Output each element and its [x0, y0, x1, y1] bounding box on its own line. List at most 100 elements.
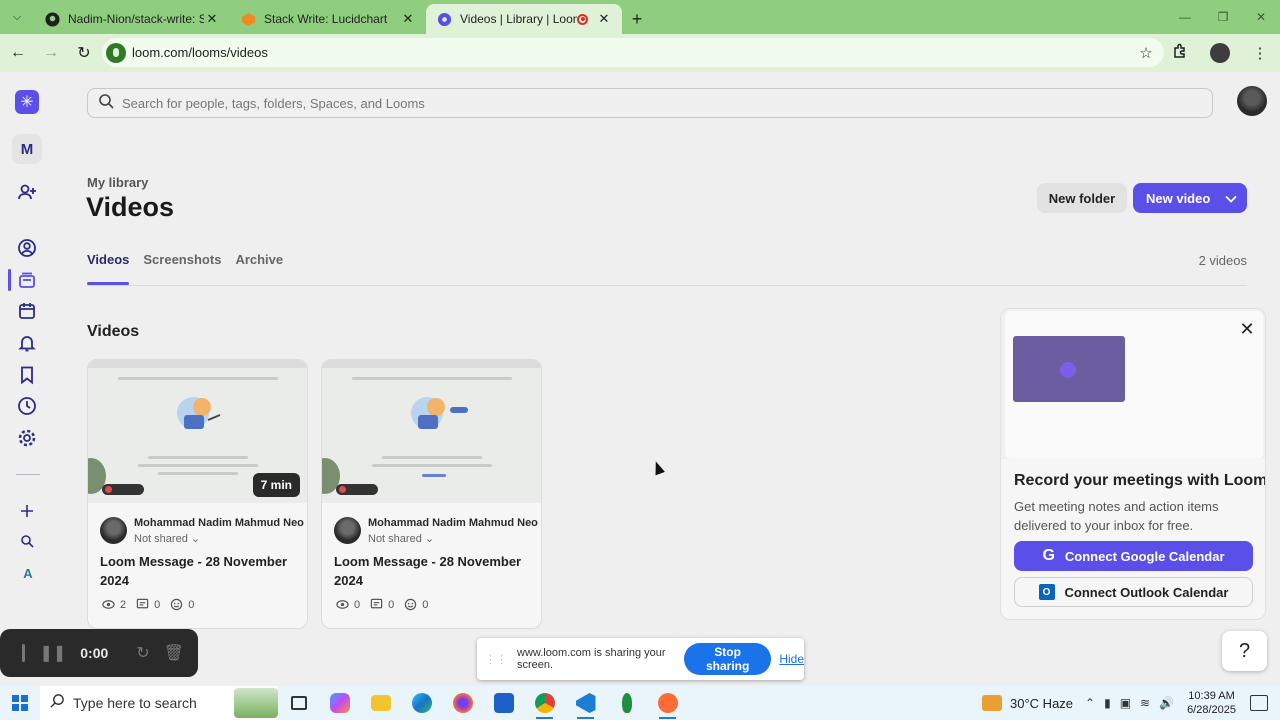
comments-stat: 0 [136, 598, 160, 611]
sharing-status[interactable]: Not shared ⌄ [134, 532, 304, 545]
weather-widget[interactable]: 30°C Haze [982, 695, 1073, 711]
user-avatar[interactable] [1237, 86, 1267, 116]
recording-timer: 0:00 [80, 645, 109, 661]
video-stats: 0 0 0 [336, 598, 438, 611]
duration-badge: 7 min [252, 473, 300, 497]
bookmark-icon[interactable] [14, 362, 40, 388]
browser-tab-github[interactable]: Nadim-Nion/stack-write: Stack ✕ [34, 4, 230, 34]
history-clock-icon[interactable] [14, 393, 40, 419]
tab-title: Stack Write: Lucidchart [264, 12, 388, 26]
video-title[interactable]: Loom Message - 28 November 2024 [334, 552, 534, 590]
minimize-icon[interactable]: — [1166, 0, 1204, 34]
new-folder-button[interactable]: New folder [1037, 183, 1127, 213]
tab-videos[interactable]: Videos [87, 252, 130, 285]
tab-archive[interactable]: Archive [235, 252, 283, 285]
address-bar[interactable]: loom.com/looms/videos ☆ [102, 38, 1164, 67]
connect-google-calendar-button[interactable]: G Connect Google Calendar [1014, 541, 1253, 571]
back-arrow-icon[interactable]: ← [3, 38, 33, 68]
close-icon[interactable]: ✕ [1237, 319, 1257, 339]
connect-outlook-calendar-button[interactable]: O Connect Outlook Calendar [1014, 577, 1253, 607]
library-tabs: Videos Screenshots Archive [87, 252, 297, 285]
tab-search-chevron-icon[interactable]: ⌵ [0, 0, 34, 34]
video-title[interactable]: Loom Message - 28 November 2024 [100, 552, 300, 590]
video-thumbnail[interactable]: 7 min [88, 360, 307, 503]
views-stat: 0 [336, 598, 360, 611]
kebab-menu-icon[interactable]: ⋮ [1240, 44, 1280, 62]
workspace-avatar[interactable]: M [12, 134, 42, 164]
browser-tab-loom[interactable]: Videos | Library | Loom ✕ [426, 4, 622, 34]
browser-tab-lucidchart[interactable]: Stack Write: Lucidchart ✕ [230, 4, 426, 34]
vscode-icon[interactable] [565, 686, 606, 720]
battery-icon[interactable]: ▮ [1104, 696, 1111, 710]
video-stats: 2 0 0 [102, 598, 204, 611]
sidebar-divider [16, 474, 40, 475]
library-icon[interactable] [8, 267, 40, 293]
views-stat: 2 [102, 598, 126, 611]
volume-icon[interactable]: 🔊 [1159, 696, 1174, 710]
add-space-plus-icon[interactable] [14, 498, 40, 524]
forward-arrow-icon[interactable]: → [36, 38, 66, 68]
postman-icon[interactable] [647, 686, 688, 720]
add-member-icon[interactable] [14, 179, 40, 205]
user-profile-icon[interactable] [14, 235, 40, 261]
bookmark-star-icon[interactable]: ☆ [1128, 44, 1164, 62]
search-spaces-icon[interactable] [14, 528, 40, 554]
settings-gear-icon[interactable] [14, 425, 40, 451]
edge-icon[interactable] [401, 686, 442, 720]
calendar-icon[interactable] [14, 298, 40, 324]
extensions-puzzle-icon[interactable] [1160, 43, 1200, 63]
taskbar-clock[interactable]: 10:39 AM 6/28/2025 [1187, 689, 1236, 717]
maximize-icon[interactable]: ❐ [1204, 0, 1242, 34]
sharing-status[interactable]: Not shared ⌄ [368, 532, 538, 545]
wifi-icon[interactable]: ≋ [1140, 696, 1150, 710]
tab-screenshots[interactable]: Screenshots [143, 252, 221, 285]
copilot-icon[interactable] [319, 686, 360, 720]
hide-link[interactable]: Hide [779, 652, 804, 666]
firefox-icon[interactable] [442, 686, 483, 720]
eye-icon [336, 600, 349, 609]
meet-now-icon[interactable]: ▣ [1120, 696, 1131, 710]
notification-center-icon[interactable] [1250, 695, 1268, 711]
close-icon[interactable]: ✕ [204, 11, 220, 27]
profile-avatar[interactable] [1210, 43, 1230, 63]
illustration [411, 397, 468, 429]
drag-handle-icon[interactable]: ⋮⋮ [485, 653, 507, 666]
mongodb-icon[interactable] [606, 686, 647, 720]
trash-icon[interactable]: 🗑 [164, 643, 184, 663]
video-card[interactable]: Mohammad Nadim Mahmud Neo Not shared ⌄ L… [321, 359, 542, 629]
task-view-icon[interactable] [278, 686, 319, 720]
breadcrumb[interactable]: My library [87, 175, 148, 190]
pause-icon[interactable]: ❚❚ [39, 643, 66, 663]
restart-icon[interactable]: ↻ [136, 643, 149, 663]
close-window-icon[interactable]: ✕ [1242, 0, 1280, 34]
reactions-stat: 0 [404, 598, 428, 611]
site-info-icon[interactable] [106, 42, 126, 63]
search-bar[interactable] [87, 88, 1213, 118]
close-icon[interactable]: ✕ [400, 11, 416, 27]
new-video-label: New video [1146, 190, 1211, 206]
help-question-icon[interactable]: ? [1222, 631, 1267, 671]
space-avatar[interactable]: A [17, 562, 39, 584]
new-tab-plus-icon[interactable]: + [622, 4, 652, 34]
sidebar: ✳ M A [0, 72, 54, 686]
search-input[interactable] [122, 95, 1212, 111]
close-icon[interactable]: ✕ [596, 11, 612, 27]
search-icon [50, 693, 65, 713]
stop-recording-icon[interactable] [22, 644, 26, 662]
store-icon[interactable] [483, 686, 524, 720]
loom-logo-icon[interactable]: ✳ [15, 90, 39, 114]
recording-pill [102, 484, 144, 495]
browser-tab-bar: ⌵ Nadim-Nion/stack-write: Stack ✕ Stack … [0, 0, 1280, 34]
file-explorer-icon[interactable] [360, 686, 401, 720]
taskbar-search[interactable]: Type here to search [40, 686, 278, 720]
notifications-bell-icon[interactable] [14, 330, 40, 356]
owner-info: Mohammad Nadim Mahmud Neo Not shared ⌄ [334, 517, 538, 545]
reload-icon[interactable]: ↻ [69, 38, 99, 68]
chrome-icon[interactable] [524, 686, 565, 720]
video-card[interactable]: 7 min Mohammad Nadim Mahmud Neo Not shar… [87, 359, 308, 629]
windows-start-icon[interactable] [0, 686, 40, 720]
video-thumbnail[interactable] [322, 360, 541, 503]
new-video-button[interactable]: New video [1133, 183, 1247, 213]
stop-sharing-button[interactable]: Stop sharing [683, 643, 772, 675]
chevron-up-icon[interactable]: ⌃ [1085, 696, 1095, 710]
